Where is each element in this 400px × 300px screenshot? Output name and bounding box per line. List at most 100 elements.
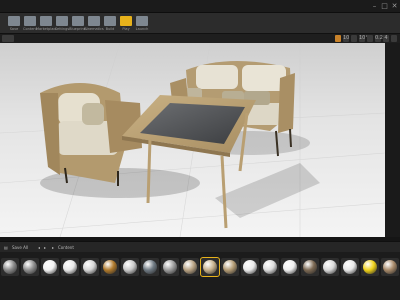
asset-thumbnail: [381, 258, 399, 276]
asset-name: [40, 278, 60, 285]
asset-thumbnail: [121, 258, 139, 276]
material-preview: [3, 260, 17, 274]
material-preview: [123, 260, 137, 274]
asset-tile[interactable]: [1, 258, 19, 288]
asset-name: [380, 278, 400, 285]
rotate-snap-icon[interactable]: [351, 35, 357, 42]
asset-tile[interactable]: [221, 258, 239, 288]
asset-tile[interactable]: [141, 258, 159, 288]
material-preview: [363, 260, 377, 274]
material-preview: [283, 260, 297, 274]
asset-tile[interactable]: [101, 258, 119, 288]
asset-thumbnail: [1, 258, 19, 276]
material-preview: [43, 260, 57, 274]
asset-tile[interactable]: [21, 258, 39, 288]
nav-back-icon[interactable]: ◂: [38, 244, 40, 251]
material-preview: [383, 260, 397, 274]
viewport-options-button[interactable]: [2, 35, 14, 42]
asset-tile[interactable]: [361, 258, 379, 288]
material-preview: [103, 260, 117, 274]
asset-name: [320, 278, 340, 285]
content-browser-bar: ▤ Save All ◂ ▸ ▸ Content: [0, 241, 400, 252]
material-preview: [263, 260, 277, 274]
asset-tile[interactable]: [301, 258, 319, 288]
asset-thumbnail: [41, 258, 59, 276]
asset-tile[interactable]: [261, 258, 279, 288]
asset-name: [80, 278, 100, 285]
asset-tile[interactable]: [81, 258, 99, 288]
viewport-side-strip: [385, 43, 400, 237]
asset-name: [280, 278, 300, 285]
asset-thumbnail: [200, 257, 220, 277]
asset-name: [140, 278, 160, 285]
asset-tile[interactable]: [341, 258, 359, 288]
material-preview: [323, 260, 337, 274]
material-preview: [203, 260, 217, 274]
material-preview: [223, 260, 237, 274]
asset-tile[interactable]: [200, 257, 220, 288]
asset-thumbnail: [341, 258, 359, 276]
asset-name: [160, 278, 180, 285]
asset-tile[interactable]: [41, 258, 59, 288]
material-preview: [163, 260, 177, 274]
asset-name: [300, 278, 320, 285]
save-all-button[interactable]: Save All: [12, 244, 28, 251]
asset-thumbnail: [221, 258, 239, 276]
add-new-icon[interactable]: ▤: [4, 244, 8, 251]
asset-tile[interactable]: [321, 258, 339, 288]
camera-speed-value[interactable]: 4: [383, 35, 389, 42]
asset-thumbnail: [261, 258, 279, 276]
view-mode-label[interactable]: Lit: [3, 44, 7, 48]
grid-snap-icon[interactable]: [335, 35, 341, 42]
level-viewport[interactable]: [0, 43, 385, 237]
path-content[interactable]: Content: [58, 244, 74, 251]
rotate-snap-value[interactable]: 10°: [359, 35, 368, 42]
asset-name: [260, 278, 280, 285]
asset-name: [180, 278, 200, 285]
asset-tile[interactable]: [381, 258, 399, 288]
material-preview: [183, 260, 197, 274]
asset-thumbnail: [301, 258, 319, 276]
asset-thumbnail: [321, 258, 339, 276]
asset-tile[interactable]: [121, 258, 139, 288]
asset-thumbnail: [161, 258, 179, 276]
asset-thumbnail: [81, 258, 99, 276]
material-preview: [23, 260, 37, 274]
path-folder-icon: ▸: [52, 245, 55, 250]
material-preview: [303, 260, 317, 274]
asset-tile[interactable]: [61, 258, 79, 288]
asset-name: [100, 278, 120, 285]
build-icon: [104, 16, 116, 26]
asset-thumbnail: [361, 258, 379, 276]
asset-tile[interactable]: [241, 258, 259, 288]
launch-icon: [136, 16, 148, 26]
tool-launch[interactable]: Launch: [133, 15, 151, 33]
nav-forward-icon[interactable]: ▸: [44, 244, 46, 251]
asset-thumbnail: [281, 258, 299, 276]
asset-thumbnail: [241, 258, 259, 276]
asset-tile-list: [0, 252, 400, 300]
scale-snap-icon[interactable]: [367, 35, 373, 42]
scale-snap-value[interactable]: 0.25: [375, 35, 386, 42]
close-icon[interactable]: ✕: [390, 2, 399, 10]
main-toolbar: Save Content Marketplace Settings Bluepr…: [0, 13, 400, 34]
asset-name: [0, 278, 20, 285]
maximize-viewport-icon[interactable]: [391, 35, 397, 42]
asset-name: [60, 278, 80, 285]
asset-tile[interactable]: [161, 258, 179, 288]
snap-controls: 10 10° 0.25 4: [335, 35, 397, 42]
asset-name: [340, 278, 360, 285]
minimize-icon[interactable]: –: [370, 2, 379, 10]
asset-thumbnail: [61, 258, 79, 276]
grid-snap-value[interactable]: 10: [343, 35, 349, 42]
asset-name: [360, 278, 380, 285]
asset-name: [200, 278, 220, 285]
editor-window: – □ ✕ Save Content Marketplace Settings …: [0, 0, 400, 300]
asset-thumbnail: [101, 258, 119, 276]
maximize-icon[interactable]: □: [380, 2, 389, 10]
asset-tile[interactable]: [181, 258, 199, 288]
asset-name: [20, 278, 40, 285]
asset-thumbnail: [181, 258, 199, 276]
asset-tile[interactable]: [281, 258, 299, 288]
content-icon: [24, 16, 36, 26]
